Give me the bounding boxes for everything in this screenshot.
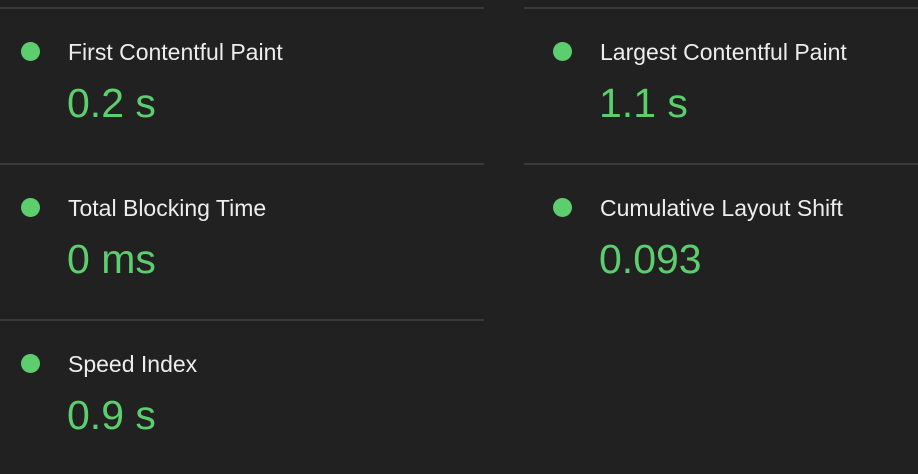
metric-cumulative-layout-shift: Cumulative Layout Shift 0.093 [524,163,918,318]
metric-total-blocking-time: Total Blocking Time 0 ms [0,163,484,318]
metric-value: 0.9 s [67,392,156,438]
metric-value: 0.093 [599,236,702,282]
metric-title: Speed Index [68,351,198,377]
pass-status-icon [21,42,40,61]
metric-first-contentful-paint: First Contentful Paint 0.2 s [0,7,484,162]
metric-value: 0.2 s [67,80,156,126]
pass-status-icon [21,198,40,217]
pass-status-icon [21,354,40,373]
metric-title: First Contentful Paint [68,39,283,65]
metric-title: Cumulative Layout Shift [600,195,843,221]
metric-title: Total Blocking Time [68,195,267,221]
divider [0,163,484,165]
metrics-grid: First Contentful Paint 0.2 s Largest Con… [0,0,918,464]
metric-largest-contentful-paint: Largest Contentful Paint 1.1 s [524,7,918,162]
metric-value: 1.1 s [599,80,688,126]
pass-status-icon [553,198,572,217]
divider [524,7,918,9]
divider [0,319,484,321]
metric-value: 0 ms [67,236,156,282]
pass-status-icon [553,42,572,61]
divider [0,7,484,9]
divider [524,163,918,165]
metric-speed-index: Speed Index 0.9 s [0,319,484,474]
metric-title: Largest Contentful Paint [600,39,847,65]
